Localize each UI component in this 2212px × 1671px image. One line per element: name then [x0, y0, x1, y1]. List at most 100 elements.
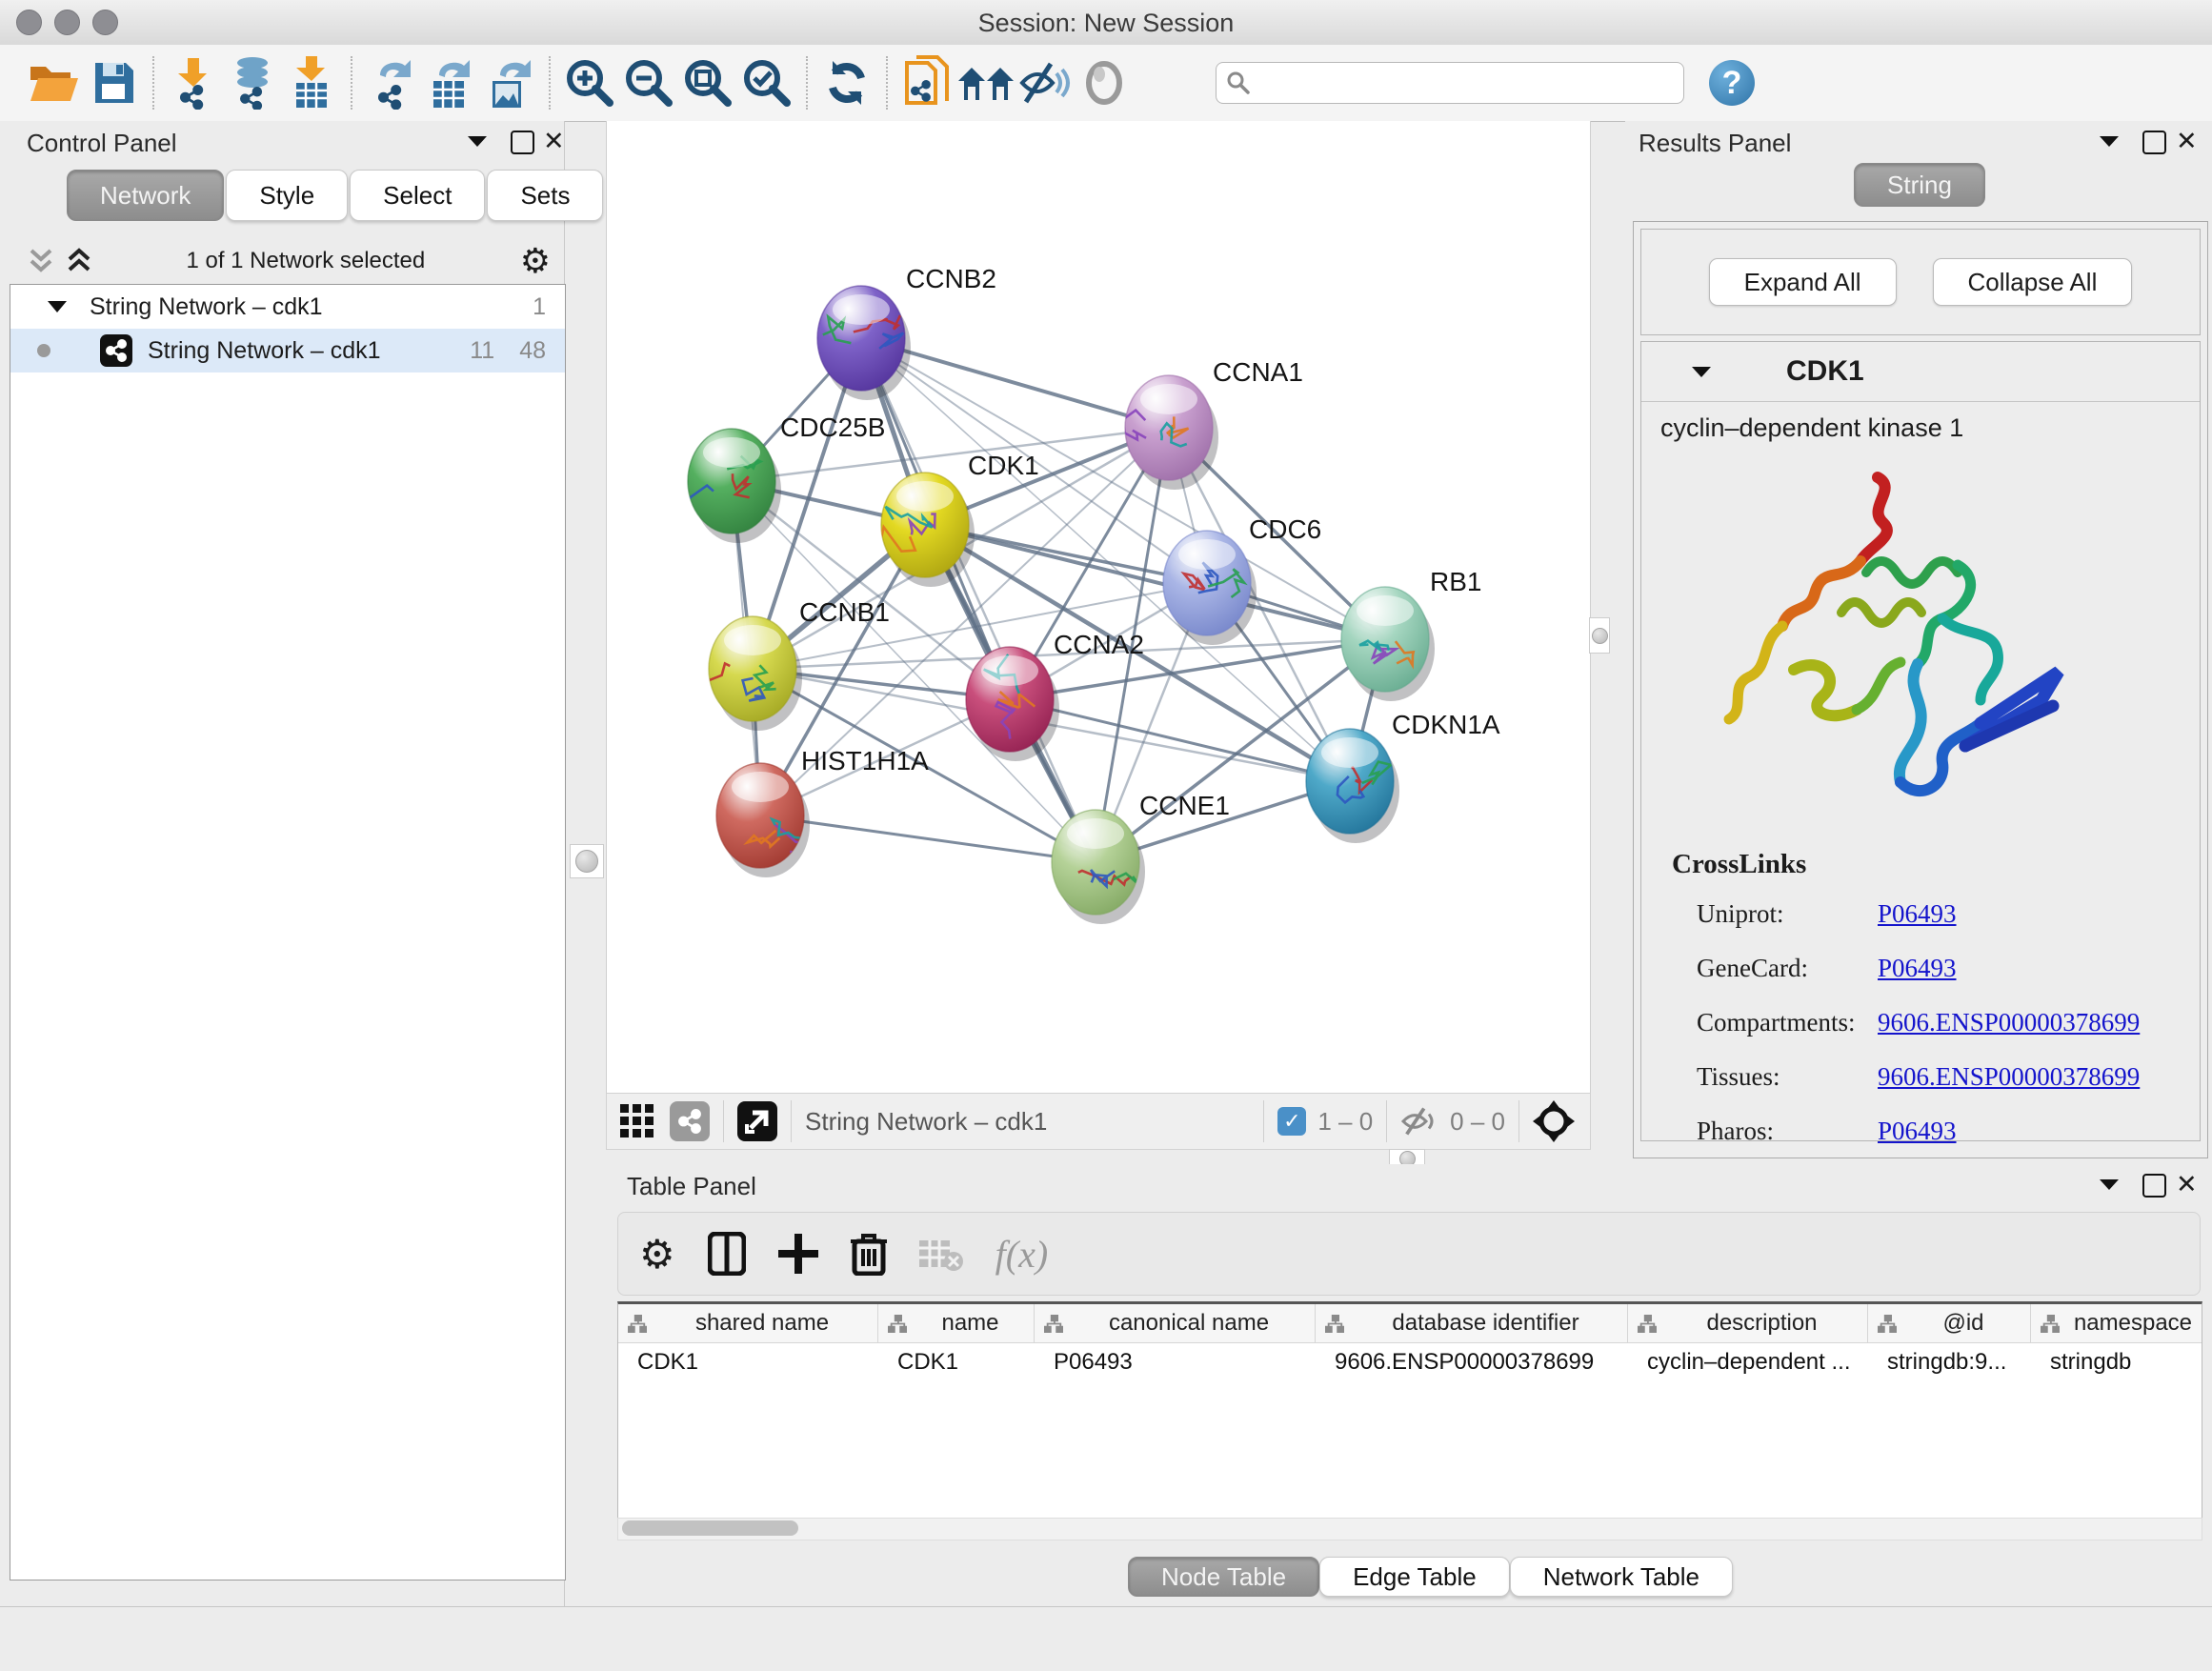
expand-all-button[interactable]: Expand All	[1709, 258, 1897, 306]
protein-structure-image	[1679, 451, 2099, 832]
control-panel-title: Control Panel	[27, 129, 177, 158]
hidden-eye-slash-icon[interactable]	[1400, 1105, 1440, 1137]
float-panel-icon[interactable]	[511, 131, 534, 154]
table-close-icon[interactable]: ✕	[2176, 1170, 2198, 1199]
node-CDC25B[interactable]: CDC25B	[674, 413, 886, 543]
node-label-CCNE1: CCNE1	[1139, 791, 1230, 820]
selected-nodes-checkbox-icon[interactable]: ✓	[1277, 1107, 1306, 1136]
zoom-out-icon[interactable]	[619, 53, 678, 112]
tab-network-table[interactable]: Network Table	[1510, 1557, 1733, 1597]
table-horizontal-scrollbar[interactable]	[617, 1518, 2202, 1540]
results-panel-menu-icon[interactable]	[2099, 134, 2120, 148]
node-label-CCNB2: CCNB2	[906, 264, 996, 293]
network-label: String Network – cdk1	[148, 337, 470, 365]
zoom-in-icon[interactable]	[560, 53, 619, 112]
table-row[interactable]: CDK1CDK1P064939606.ENSP00000378699cyclin…	[618, 1343, 2202, 1381]
section-expander-icon[interactable]	[1691, 365, 1712, 378]
birds-eye-view-icon[interactable]	[737, 1101, 777, 1141]
network-view-title: String Network – cdk1	[805, 1107, 1047, 1137]
network-list-header: 1 of 1 Network selected ⚙	[13, 240, 558, 282]
export-table-icon[interactable]	[421, 53, 480, 112]
table-cell[interactable]: 9606.ENSP00000378699	[1316, 1343, 1628, 1381]
node-CCNE1[interactable]: CCNE1	[1052, 791, 1230, 924]
column-header-description[interactable]: description	[1628, 1304, 1868, 1342]
node-CDKN1A[interactable]: CDKN1A	[1306, 710, 1500, 843]
show-hide-icon[interactable]	[1016, 53, 1075, 112]
network-type-icon	[100, 334, 132, 367]
results-close-icon[interactable]: ✕	[2176, 127, 2198, 156]
edge-CCNB2-CCNE1[interactable]	[861, 338, 1096, 862]
collection-expander-icon[interactable]	[48, 300, 67, 313]
export-image-icon[interactable]	[480, 53, 539, 112]
expand-all-networks-icon[interactable]	[67, 247, 91, 275]
node-CDC6[interactable]: CDC6	[1163, 514, 1321, 645]
crosslink-link[interactable]: 9606.ENSP00000378699	[1878, 1008, 2140, 1037]
column-header-namespace[interactable]: namespace	[2031, 1304, 2202, 1342]
crosslink-link[interactable]: P06493	[1878, 899, 1957, 929]
show-columns-icon[interactable]	[708, 1232, 746, 1276]
column-header-name[interactable]: name	[878, 1304, 1035, 1342]
right-splitter-handle[interactable]	[1589, 617, 1610, 654]
home-icon[interactable]	[956, 53, 1016, 112]
node-CDK1[interactable]: CDK1	[877, 451, 1039, 587]
open-session-icon[interactable]	[25, 53, 84, 112]
zoom-selected-icon[interactable]	[737, 53, 796, 112]
network-view-icon[interactable]	[670, 1101, 710, 1141]
search-input[interactable]	[1216, 62, 1684, 104]
close-panel-icon[interactable]: ✕	[543, 127, 565, 156]
node-RB1[interactable]: RB1	[1341, 567, 1481, 701]
network-row[interactable]: String Network – cdk1 11 48	[10, 329, 565, 372]
table-cell[interactable]: P06493	[1035, 1343, 1316, 1381]
column-header-database-identifier[interactable]: database identifier	[1316, 1304, 1628, 1342]
help-icon[interactable]: ?	[1709, 60, 1755, 106]
node-HIST1H1A[interactable]: HIST1H1A	[716, 746, 929, 877]
tab-select[interactable]: Select	[350, 170, 485, 221]
clone-network-icon[interactable]	[897, 53, 956, 112]
zoom-fit-icon[interactable]	[678, 53, 737, 112]
import-table-icon[interactable]	[282, 53, 341, 112]
export-network-icon[interactable]	[362, 53, 421, 112]
column-header-canonical-name[interactable]: canonical name	[1035, 1304, 1316, 1342]
left-splitter-handle[interactable]	[570, 844, 604, 878]
table-options-gear-icon[interactable]: ⚙	[639, 1231, 675, 1278]
import-network-file-icon[interactable]	[164, 53, 223, 112]
column-header--id[interactable]: @id	[1868, 1304, 2031, 1342]
table-cell[interactable]: cyclin–dependent ...	[1628, 1343, 1868, 1381]
column-header-shared-name[interactable]: shared name	[618, 1304, 878, 1342]
table-float-icon[interactable]	[2142, 1174, 2166, 1198]
scrollbar-thumb[interactable]	[622, 1520, 798, 1536]
preview-eye-icon	[1075, 53, 1134, 112]
tab-string[interactable]: String	[1854, 163, 1985, 207]
tab-edge-table[interactable]: Edge Table	[1319, 1557, 1510, 1597]
delete-column-icon[interactable]	[851, 1232, 887, 1276]
network-options-gear-icon[interactable]: ⚙	[520, 241, 551, 281]
control-panel-menu-icon[interactable]	[467, 134, 488, 148]
node-table[interactable]: shared namenamecanonical namedatabase id…	[617, 1301, 2202, 1519]
collapse-all-button[interactable]: Collapse All	[1933, 258, 2133, 306]
refresh-icon[interactable]	[817, 53, 876, 112]
table-cell[interactable]: CDK1	[878, 1343, 1035, 1381]
crosslink-link[interactable]: P06493	[1878, 1117, 1957, 1146]
crosslink-link[interactable]: 9606.ENSP00000378699	[1878, 1062, 2140, 1092]
tab-node-table[interactable]: Node Table	[1128, 1557, 1319, 1597]
save-session-icon[interactable]	[84, 53, 143, 112]
tab-style[interactable]: Style	[226, 170, 348, 221]
grid-view-icon[interactable]	[620, 1104, 654, 1138]
table-cell[interactable]: CDK1	[618, 1343, 878, 1381]
network-collection-row[interactable]: String Network – cdk1 1	[10, 285, 565, 329]
crosslink-link[interactable]: P06493	[1878, 954, 1957, 983]
node-section-header[interactable]: CDK1	[1641, 342, 2200, 402]
add-column-icon[interactable]	[778, 1234, 818, 1274]
network-canvas[interactable]: CCNB2CCNA1CDC25BCDK1CDC6RB1CCNB1CCNA2CDK…	[606, 121, 1591, 1094]
results-float-icon[interactable]	[2142, 131, 2166, 154]
table-cell[interactable]: stringdb	[2031, 1343, 2202, 1381]
search-field[interactable]	[1251, 69, 1655, 97]
tab-network[interactable]: Network	[67, 170, 224, 221]
import-network-database-icon[interactable]	[223, 53, 282, 112]
edge-HIST1H1A-CCNE1[interactable]	[760, 815, 1096, 862]
tab-sets[interactable]: Sets	[487, 170, 603, 221]
fit-content-crosshair-icon[interactable]	[1533, 1100, 1575, 1142]
collapse-all-networks-icon[interactable]	[29, 247, 53, 275]
table-panel-menu-icon[interactable]	[2099, 1178, 2120, 1191]
table-cell[interactable]: stringdb:9...	[1868, 1343, 2031, 1381]
